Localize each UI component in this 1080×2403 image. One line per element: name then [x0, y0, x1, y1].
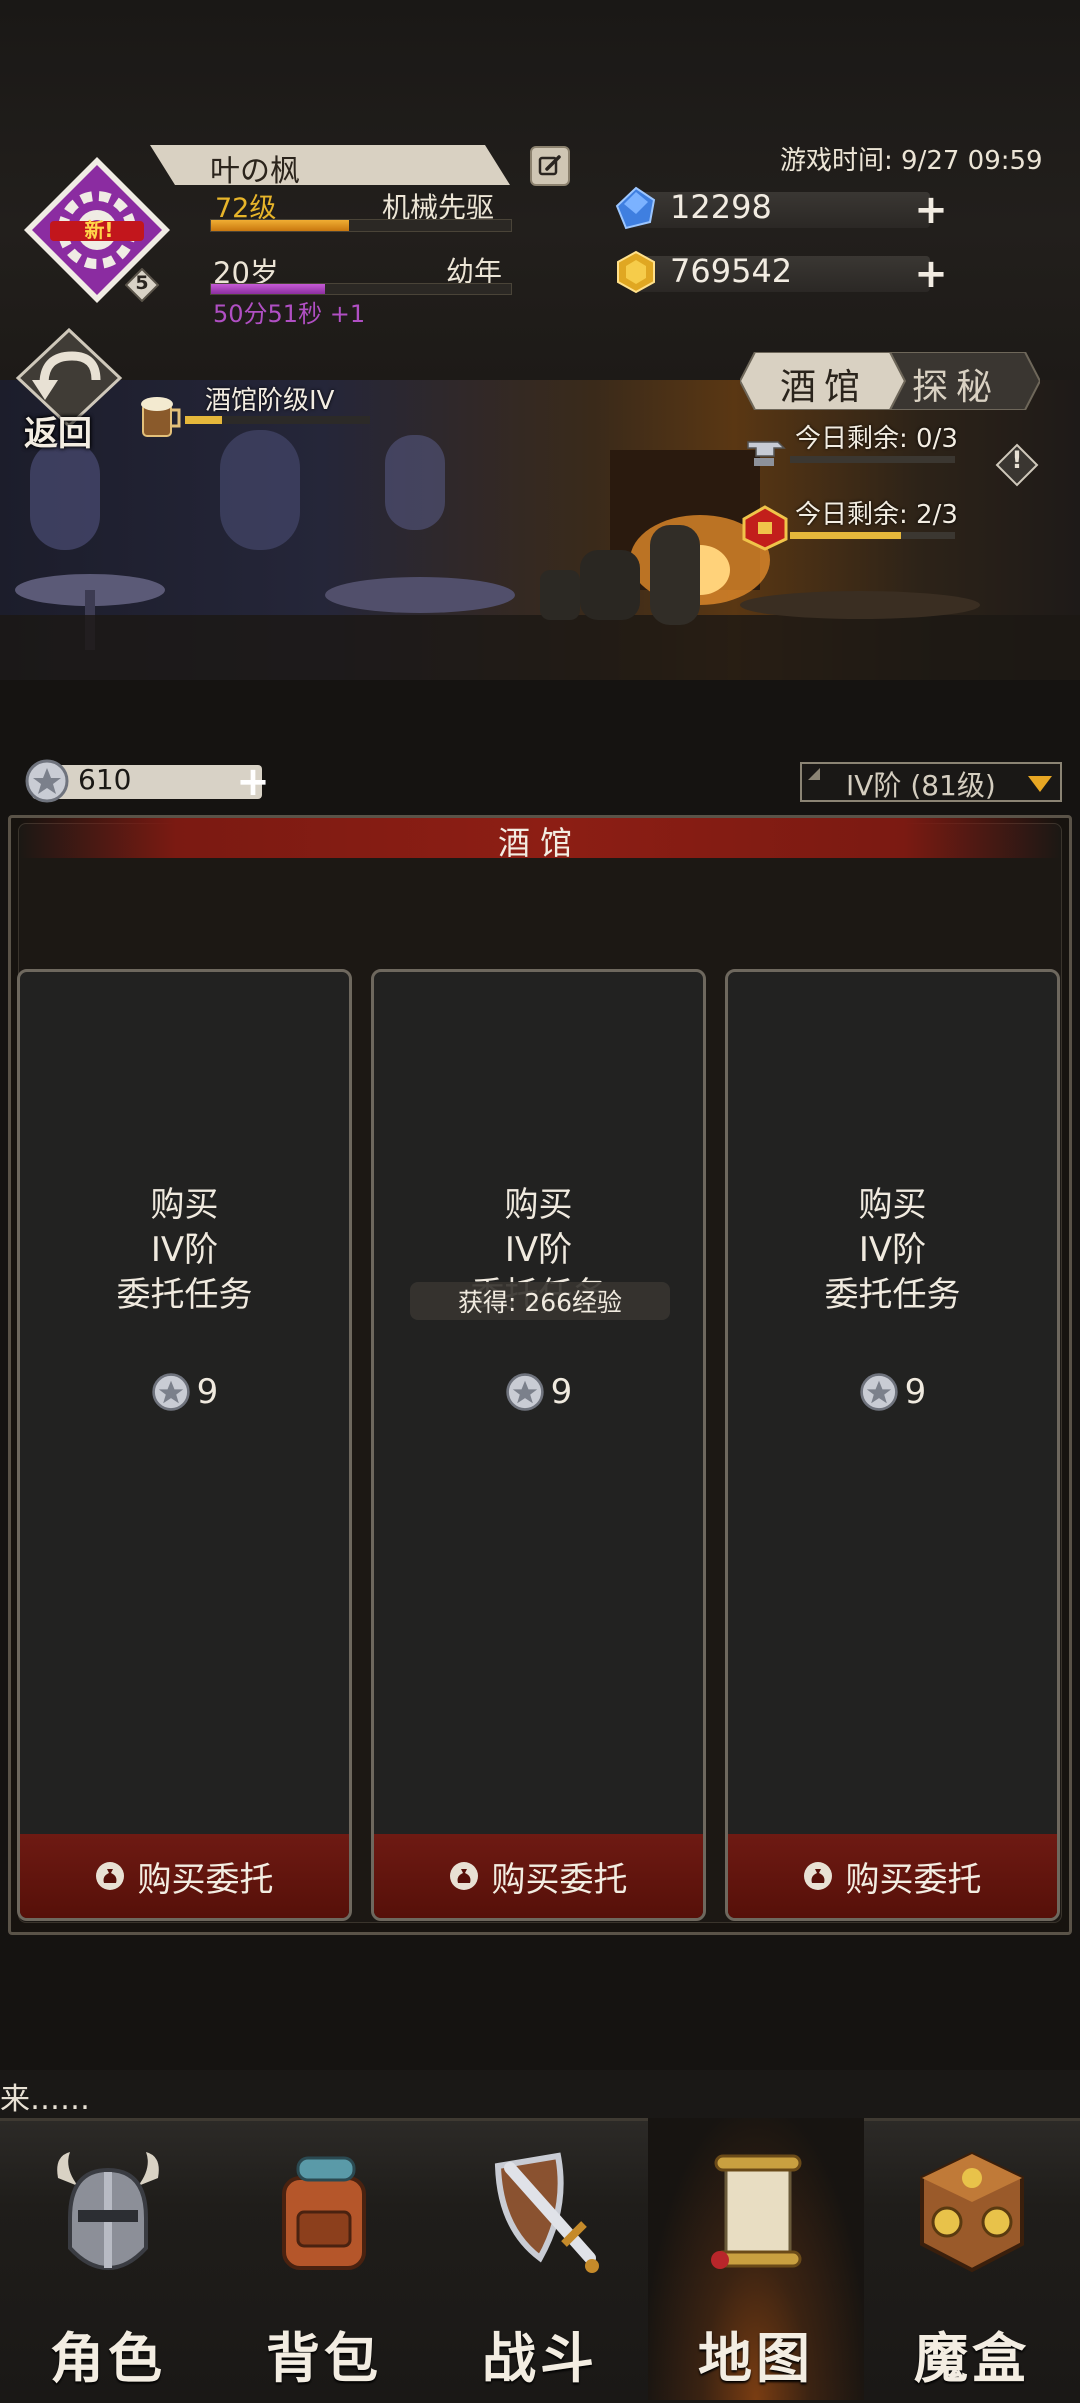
tab-tavern[interactable]: 酒馆	[780, 358, 868, 410]
buy-quest-label: 购买委托	[137, 1859, 274, 1900]
card-cost-value: 9	[904, 1372, 927, 1412]
xp-bar	[210, 219, 512, 232]
card-cost: 9	[728, 1372, 1057, 1412]
anvil-icon	[747, 441, 786, 466]
buy-quest-button[interactable]: 购买委托	[728, 1834, 1057, 1918]
add-tickets-button[interactable]: +	[236, 762, 270, 802]
tavern-level-bar-fill	[185, 416, 222, 424]
sword-shield-icon	[494, 2152, 599, 2273]
coin-bag-icon	[449, 1862, 478, 1890]
nav-label-battle: 战斗	[482, 2327, 598, 2390]
card-line-buy: 购买	[504, 1185, 573, 1225]
buy-quest-button[interactable]: 购买委托	[20, 1834, 349, 1918]
tavern-level-bar	[185, 416, 370, 424]
new-badge: 新!	[84, 218, 114, 242]
remaining-bar-2	[790, 532, 955, 539]
buy-quest-label: 购买委托	[491, 1859, 628, 1900]
remaining-bar-1	[790, 456, 955, 463]
backpack-icon	[282, 2156, 366, 2270]
player-name: 叶の枫	[210, 154, 300, 189]
remaining-count-2: 今日剩余: 2/3	[795, 500, 958, 530]
nav-item-battle[interactable]: 战斗	[432, 2118, 648, 2400]
card-line-buy: 购买	[858, 1185, 927, 1225]
beer-mug-icon	[141, 397, 181, 437]
nav-item-character[interactable]: 角色	[0, 2118, 216, 2400]
gold-count: 769542	[670, 252, 793, 290]
remaining-bar-2-fill	[790, 532, 901, 539]
xp-bar-fill	[211, 220, 349, 231]
blue-gem-icon	[615, 186, 656, 230]
panel-title: 酒馆	[497, 824, 582, 862]
add-gems-button[interactable]: +	[914, 190, 948, 230]
gold-gem-icon	[617, 250, 655, 294]
ticket-count: 610	[78, 763, 132, 796]
age-bar-fill	[211, 284, 325, 294]
nav-item-backpack[interactable]: 背包	[216, 2118, 432, 2400]
card-cost: 9	[20, 1372, 349, 1412]
silver-coin-icon	[151, 1373, 190, 1411]
helmet-icon	[57, 2152, 159, 2271]
news-ticker	[0, 2070, 1080, 2120]
card-cost-value: 9	[196, 1372, 219, 1412]
quest-card-3[interactable]: 购买 IV阶 委托任务 9 购买委托	[725, 969, 1060, 1921]
pencil-icon	[538, 155, 561, 176]
rank-badge-value: 5	[135, 272, 149, 294]
game-time: 游戏时间: 9/27 09:59	[780, 146, 1043, 176]
red-chest-icon	[742, 505, 788, 551]
quest-card-2[interactable]: 购买 IV阶 委托任务 9 购买委托	[371, 969, 706, 1921]
nav-label-map: 地图	[698, 2327, 814, 2390]
nav-item-magic-box[interactable]: 魔盒	[864, 2118, 1080, 2400]
tavern-level: 酒馆阶级IV	[205, 386, 335, 416]
card-cost-value: 9	[550, 1372, 573, 1412]
back-button-label[interactable]: 返回	[24, 406, 92, 455]
card-line-buy: 购买	[150, 1185, 219, 1225]
scroll-map-icon	[711, 2154, 802, 2269]
tab-explore[interactable]: 探秘	[912, 358, 1000, 410]
age-timer: 50分51秒 +1	[213, 300, 366, 328]
silver-coin-icon	[505, 1373, 544, 1411]
silver-coin-icon	[859, 1373, 898, 1411]
card-line-tier: IV阶	[858, 1230, 927, 1270]
buy-quest-label: 购买委托	[845, 1859, 982, 1900]
reward-toast: 获得: 266经验	[410, 1282, 670, 1320]
tier-select-value: IV阶 (81级)	[846, 769, 996, 802]
name-plate	[150, 145, 510, 185]
gem-count: 12298	[670, 188, 772, 226]
info-icon-glyph: !	[1011, 446, 1023, 474]
card-line-tier: IV阶	[150, 1230, 219, 1270]
news-ticker-text: 来……	[0, 2082, 90, 2117]
coin-bag-icon	[803, 1862, 832, 1890]
magic-box-icon	[920, 2151, 1024, 2273]
edit-name-button[interactable]	[530, 146, 570, 186]
silver-coin-icon	[25, 759, 69, 803]
coin-bag-icon	[95, 1862, 124, 1890]
nav-label-character: 角色	[50, 2327, 166, 2390]
quest-card-1[interactable]: 购买 IV阶 委托任务 9 购买委托	[17, 969, 352, 1921]
card-line-quest: 委托任务	[116, 1275, 253, 1315]
card-line-tier: IV阶	[504, 1230, 573, 1270]
add-gold-button[interactable]: +	[914, 254, 948, 294]
nav-label-backpack: 背包	[266, 2327, 382, 2390]
buy-quest-button[interactable]: 购买委托	[374, 1834, 703, 1918]
nav-item-map[interactable]: 地图	[648, 2118, 864, 2400]
corner-notch-icon	[808, 768, 820, 780]
card-line-quest: 委托任务	[824, 1275, 961, 1315]
nav-label-magic-box: 魔盒	[914, 2327, 1030, 2390]
card-cost: 9	[374, 1372, 703, 1412]
dropdown-arrow-icon	[1028, 776, 1052, 792]
remaining-count-1: 今日剩余: 0/3	[795, 424, 958, 454]
